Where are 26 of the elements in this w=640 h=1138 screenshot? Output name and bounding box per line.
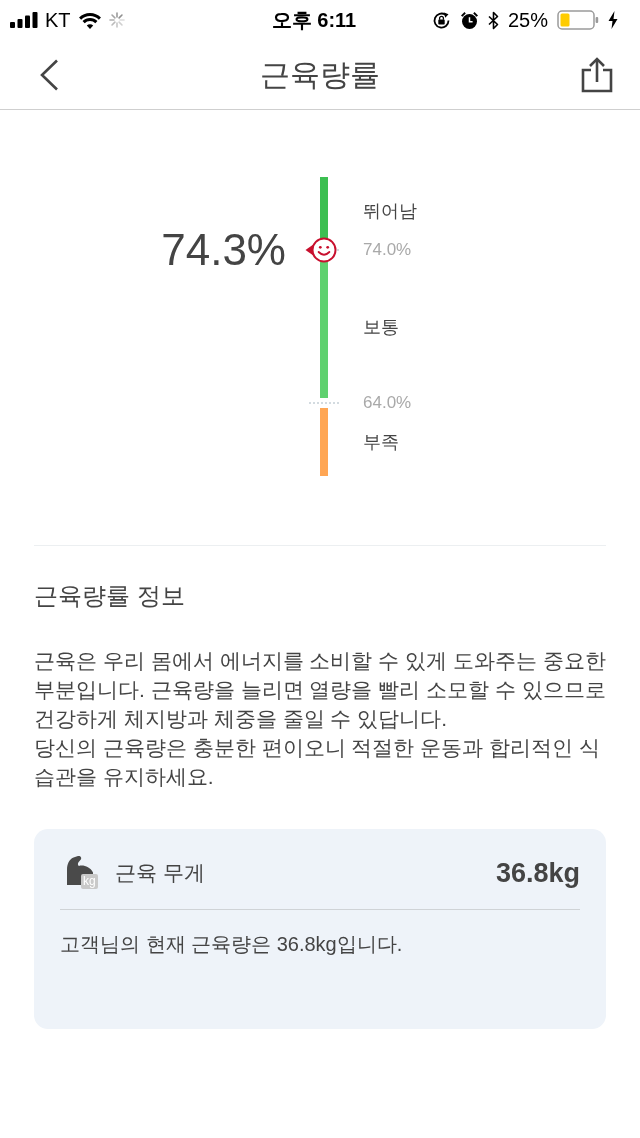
muscle-weight-note: 고객님의 현재 근육량은 36.8kg입니다. bbox=[60, 932, 404, 957]
signal-icon bbox=[10, 12, 38, 28]
chevron-left-icon bbox=[39, 58, 59, 91]
page-title: 근육량률 bbox=[259, 56, 381, 93]
battery-percentage: 25% bbox=[507, 8, 548, 32]
bluetooth-icon bbox=[487, 10, 499, 30]
muscle-weight-value: 36.8kg bbox=[495, 857, 580, 889]
description-text: 근육은 우리 몸에서 에너지를 소비할 수 있게 도와주는 중요한 부분입니다. 근육량을 늘리면 열량을 빨리 소모할 수 있으므로 건강하게 체지방과 체중을 줄일 수 있답니다. bbox=[34, 648, 606, 732]
alarm-clock-icon bbox=[459, 10, 479, 30]
threshold-label: 74.0% bbox=[363, 239, 412, 261]
level-label: 뛰어남 bbox=[363, 200, 417, 223]
section-heading: 근육량률 정보 bbox=[34, 581, 186, 611]
charging-bolt-icon bbox=[608, 11, 618, 29]
share-icon bbox=[581, 56, 613, 93]
wifi-icon bbox=[77, 11, 102, 29]
level-label: 부족 bbox=[363, 431, 399, 454]
status-time: 오후 6:11 bbox=[271, 8, 357, 32]
level-label: 보통 bbox=[363, 315, 399, 339]
rotation-lock-icon bbox=[431, 10, 451, 30]
description-text: 당신의 근육량은 충분한 편이오니 적절한 운동과 합리적인 식습관을 유지하세요. bbox=[34, 735, 601, 790]
threshold-label: 64.0% bbox=[363, 392, 412, 414]
muscle-rate-value: 74.3% bbox=[161, 224, 286, 275]
carrier-name: KT bbox=[45, 8, 71, 32]
battery-icon bbox=[557, 10, 599, 30]
loading-spinner-icon bbox=[108, 12, 125, 28]
muscle-weight-label: 근육 무게 bbox=[115, 860, 205, 886]
